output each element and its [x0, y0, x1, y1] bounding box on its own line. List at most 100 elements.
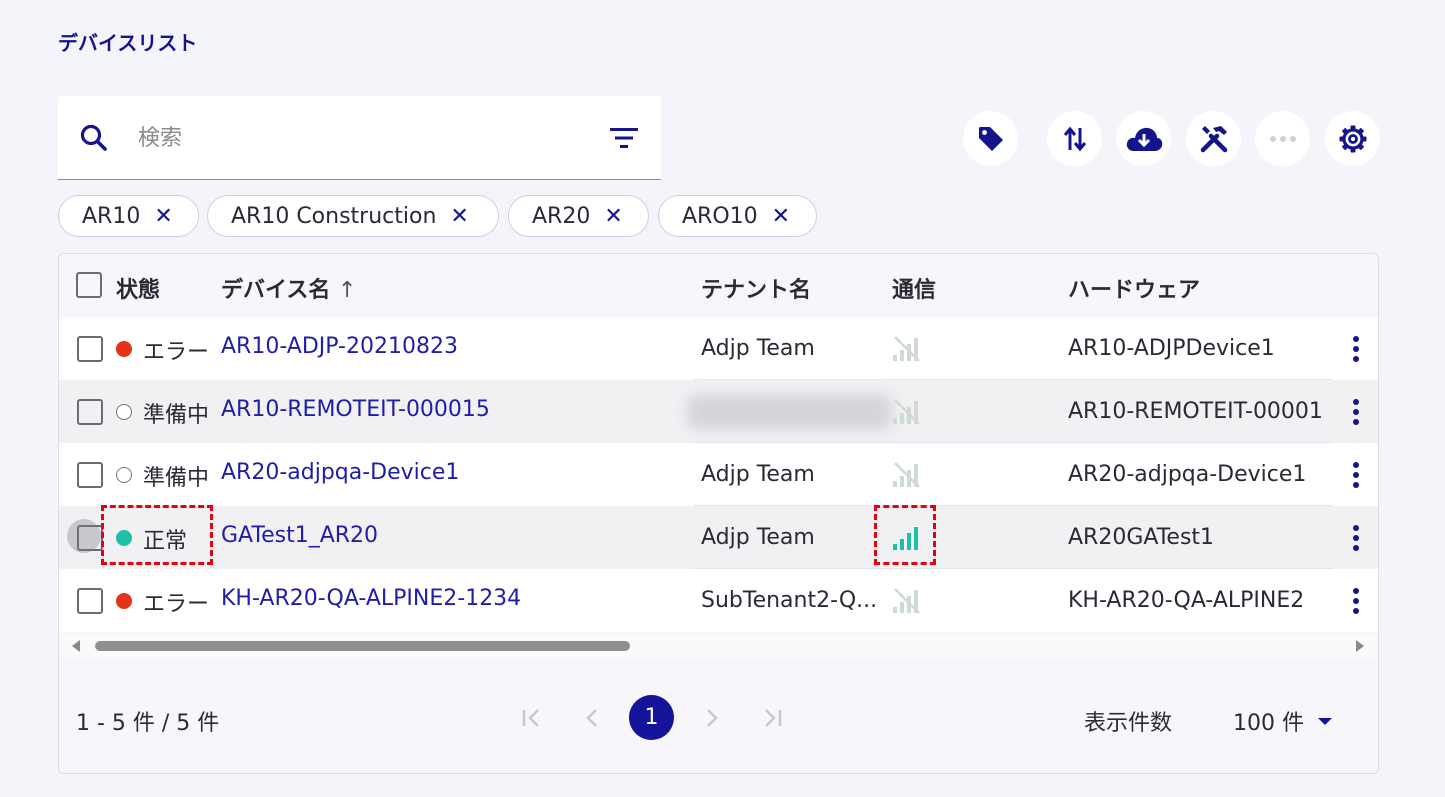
- last-page-icon: [765, 709, 782, 727]
- search-box: [58, 96, 661, 180]
- first-page-button[interactable]: [514, 700, 550, 736]
- column-header-device-name[interactable]: デバイス名 ↑: [221, 272, 356, 304]
- more-button[interactable]: [1255, 111, 1310, 166]
- status-ready-icon: [116, 467, 132, 483]
- scroll-left-icon[interactable]: [71, 640, 81, 652]
- table-footer: 1 - 5 件 / 5 件 1 表示件数 100 件: [59, 658, 1378, 773]
- kebab-menu-icon[interactable]: [1347, 398, 1365, 426]
- more-horizontal-icon: [1269, 135, 1296, 142]
- cursor-indicator: [67, 519, 101, 553]
- no-signal-icon: [893, 336, 920, 362]
- download-button[interactable]: [1116, 111, 1171, 166]
- search-input[interactable]: [136, 118, 596, 158]
- close-icon[interactable]: ✕: [772, 204, 790, 229]
- close-icon[interactable]: ✕: [604, 204, 622, 229]
- chip-label: AR20: [532, 203, 591, 229]
- row-checkbox[interactable]: [77, 588, 103, 614]
- kebab-menu-icon[interactable]: [1347, 461, 1365, 489]
- gear-icon: [1339, 125, 1366, 152]
- cloud-download-icon: [1126, 127, 1162, 151]
- filter-chip[interactable]: AR10 ✕: [58, 195, 199, 237]
- device-table: 状態 デバイス名 ↑ テナント名 通信 ハードウェア エラー AR10-ADJP…: [58, 253, 1379, 774]
- kebab-menu-icon[interactable]: [1347, 335, 1365, 363]
- status-error-icon: [116, 593, 132, 609]
- row-checkbox[interactable]: [77, 336, 103, 362]
- table-header: 状態 デバイス名 ↑ テナント名 通信 ハードウェア: [59, 254, 1378, 317]
- select-all-checkbox[interactable]: [76, 272, 102, 298]
- no-signal-icon: [893, 588, 920, 614]
- device-name-link[interactable]: KH-AR20-QA-ALPINE2-1234: [221, 586, 521, 611]
- caret-down-icon: [1318, 717, 1332, 725]
- column-header-status[interactable]: 状態: [116, 272, 160, 304]
- no-signal-icon: [893, 462, 920, 488]
- status-ready-icon: [116, 404, 132, 420]
- per-page-label: 表示件数: [1084, 711, 1173, 736]
- sort-icon: [1063, 126, 1086, 151]
- status-text: 準備中: [143, 403, 210, 428]
- filter-chip[interactable]: AR20 ✕: [508, 195, 649, 237]
- tenant-name: SubTenant2-Q...: [701, 588, 878, 613]
- filter-chip[interactable]: ARO10 ✕: [658, 195, 817, 237]
- signal-highlight-box: [874, 505, 936, 565]
- device-name-link[interactable]: AR10-ADJP-20210823: [221, 334, 458, 359]
- row-checkbox[interactable]: [77, 399, 103, 425]
- status-text: エラー: [143, 340, 210, 365]
- tag-button[interactable]: [963, 111, 1018, 166]
- first-page-icon: [522, 709, 539, 727]
- no-signal-icon: [893, 399, 920, 425]
- column-label: デバイス名: [221, 278, 331, 303]
- tools-button[interactable]: [1186, 111, 1241, 166]
- close-icon[interactable]: ✕: [154, 204, 172, 229]
- status-error-icon: [116, 341, 132, 357]
- previous-page-button[interactable]: [574, 700, 610, 736]
- table-row[interactable]: 準備中 AR10-REMOTEIT-000015 AR10-REMOTEIT-0…: [59, 380, 1378, 443]
- chip-label: AR10 Construction: [231, 203, 437, 229]
- status-text: エラー: [143, 592, 210, 617]
- horizontal-scrollbar[interactable]: [59, 634, 1378, 658]
- device-name-link[interactable]: AR20-adjpqa-Device1: [221, 460, 459, 485]
- kebab-menu-icon[interactable]: [1347, 587, 1365, 615]
- scroll-right-icon[interactable]: [1355, 640, 1365, 652]
- kebab-menu-icon[interactable]: [1347, 524, 1365, 552]
- chevron-left-icon: [586, 709, 597, 727]
- column-header-hardware[interactable]: ハードウェア: [1068, 272, 1200, 304]
- tag-icon: [978, 126, 1003, 151]
- sort-ascending-icon: ↑: [338, 278, 357, 303]
- settings-button[interactable]: [1325, 111, 1380, 166]
- chip-label: AR10: [82, 203, 141, 229]
- chip-label: ARO10: [682, 203, 758, 229]
- filter-icon[interactable]: [609, 125, 639, 151]
- current-page-button[interactable]: 1: [629, 695, 674, 740]
- tenant-name-redacted: [687, 394, 892, 430]
- status-highlight-box: [101, 505, 213, 565]
- tenant-name: Adjp Team: [701, 525, 815, 550]
- hardware-name: KH-AR20-QA-ALPINE2: [1068, 588, 1305, 613]
- hardware-name: AR20-adjpqa-Device1: [1068, 462, 1307, 487]
- device-name-link[interactable]: AR10-REMOTEIT-000015: [221, 397, 490, 422]
- column-header-connection[interactable]: 通信: [892, 272, 936, 304]
- next-page-button[interactable]: [694, 700, 730, 736]
- search-icon: [80, 124, 107, 151]
- scrollbar-thumb[interactable]: [95, 641, 630, 651]
- hardware-name: AR10-ADJPDevice1: [1068, 336, 1275, 361]
- table-row[interactable]: エラー AR10-ADJP-20210823 Adjp Team AR10-AD…: [59, 317, 1378, 380]
- filter-chip[interactable]: AR10 Construction ✕: [207, 195, 499, 237]
- tools-icon: [1200, 125, 1227, 152]
- table-row[interactable]: 正常 GATest1_AR20 Adjp Team AR20GATest1: [59, 505, 1378, 569]
- per-page-value: 100 件: [1233, 711, 1304, 736]
- table-row[interactable]: 準備中 AR20-adjpqa-Device1 Adjp Team AR20-a…: [59, 443, 1378, 506]
- result-range-text: 1 - 5 件 / 5 件: [76, 711, 220, 736]
- tenant-name: Adjp Team: [701, 336, 815, 361]
- per-page-select[interactable]: 100 件: [1233, 705, 1332, 737]
- chevron-right-icon: [707, 709, 718, 727]
- close-icon[interactable]: ✕: [450, 204, 468, 229]
- last-page-button[interactable]: [754, 700, 790, 736]
- row-checkbox[interactable]: [77, 462, 103, 488]
- tenant-name: Adjp Team: [701, 462, 815, 487]
- page-title: デバイスリスト: [58, 31, 198, 55]
- device-name-link[interactable]: GATest1_AR20: [221, 523, 378, 548]
- column-header-tenant[interactable]: テナント名: [701, 272, 811, 304]
- hardware-name: AR10-REMOTEIT-00001: [1068, 399, 1323, 424]
- table-row[interactable]: エラー KH-AR20-QA-ALPINE2-1234 SubTenant2-Q…: [59, 569, 1378, 632]
- sort-button[interactable]: [1047, 111, 1102, 166]
